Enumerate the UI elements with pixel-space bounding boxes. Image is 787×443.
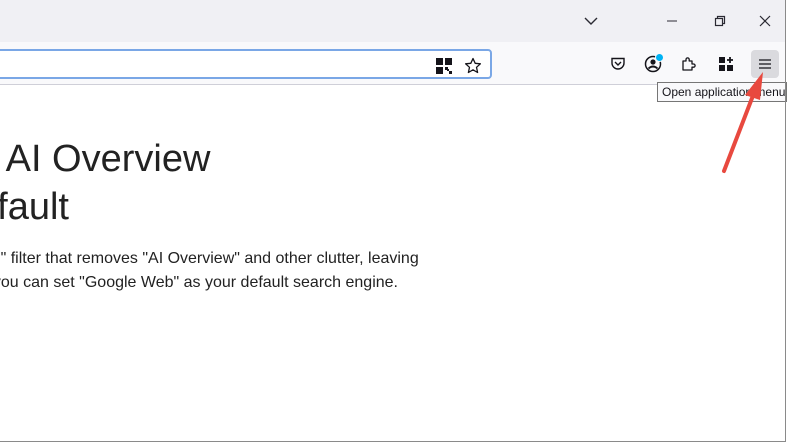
window-frame [0,0,786,442]
